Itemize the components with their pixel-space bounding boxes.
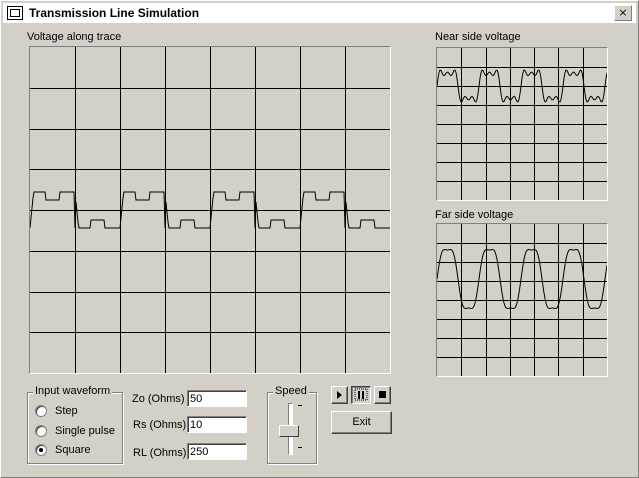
far-side-voltage-line: [437, 248, 607, 310]
far-side-voltage-chart: [437, 224, 607, 376]
rs-input[interactable]: 10: [187, 416, 247, 433]
near-side-voltage-plot: [436, 47, 608, 201]
voltage-along-trace-chart: [30, 47, 390, 373]
input-waveform-label: Input waveform: [33, 385, 113, 397]
zo-input[interactable]: 50: [187, 390, 247, 407]
radio-single-pulse-indicator[interactable]: [35, 425, 47, 437]
radio-step[interactable]: Step: [35, 405, 78, 417]
app-icon: [7, 6, 23, 20]
radio-square-indicator[interactable]: [35, 444, 47, 456]
far-side-voltage-plot: [436, 223, 608, 377]
radio-step-indicator[interactable]: [35, 405, 47, 417]
rs-label: Rs (Ohms): [133, 419, 187, 431]
radio-square[interactable]: Square: [35, 444, 90, 456]
play-button[interactable]: [331, 386, 348, 404]
speed-slider-thumb[interactable]: [279, 425, 299, 437]
stop-button[interactable]: [374, 386, 391, 404]
near-side-voltage-chart: [437, 48, 607, 200]
zo-label: Zo (Ohms): [132, 393, 185, 405]
pause-icon: [354, 388, 368, 401]
main-window: Transmission Line Simulation × Voltage a…: [0, 0, 639, 478]
title-bar: Transmission Line Simulation ×: [3, 3, 636, 23]
voltage-along-trace-plot: [29, 46, 391, 374]
rl-input[interactable]: 250: [187, 443, 247, 460]
speed-tick-bottom: [298, 447, 302, 448]
radio-single-pulse-label: Single pulse: [55, 425, 115, 437]
main-plot-label: Voltage along trace: [27, 31, 122, 43]
window-title: Transmission Line Simulation: [29, 6, 200, 20]
exit-button[interactable]: Exit: [331, 411, 392, 434]
rl-label: RL (Ohms): [133, 447, 187, 459]
stop-icon: [379, 391, 386, 398]
speed-label: Speed: [273, 385, 309, 397]
near-plot-label: Near side voltage: [435, 31, 521, 43]
pause-button[interactable]: [351, 386, 371, 404]
close-button[interactable]: ×: [614, 5, 632, 21]
radio-step-label: Step: [55, 405, 78, 417]
far-plot-label: Far side voltage: [435, 209, 514, 221]
radio-square-label: Square: [55, 444, 91, 456]
speed-tick-top: [298, 405, 302, 406]
radio-single-pulse[interactable]: Single pulse: [35, 425, 115, 437]
play-icon: [337, 391, 342, 399]
